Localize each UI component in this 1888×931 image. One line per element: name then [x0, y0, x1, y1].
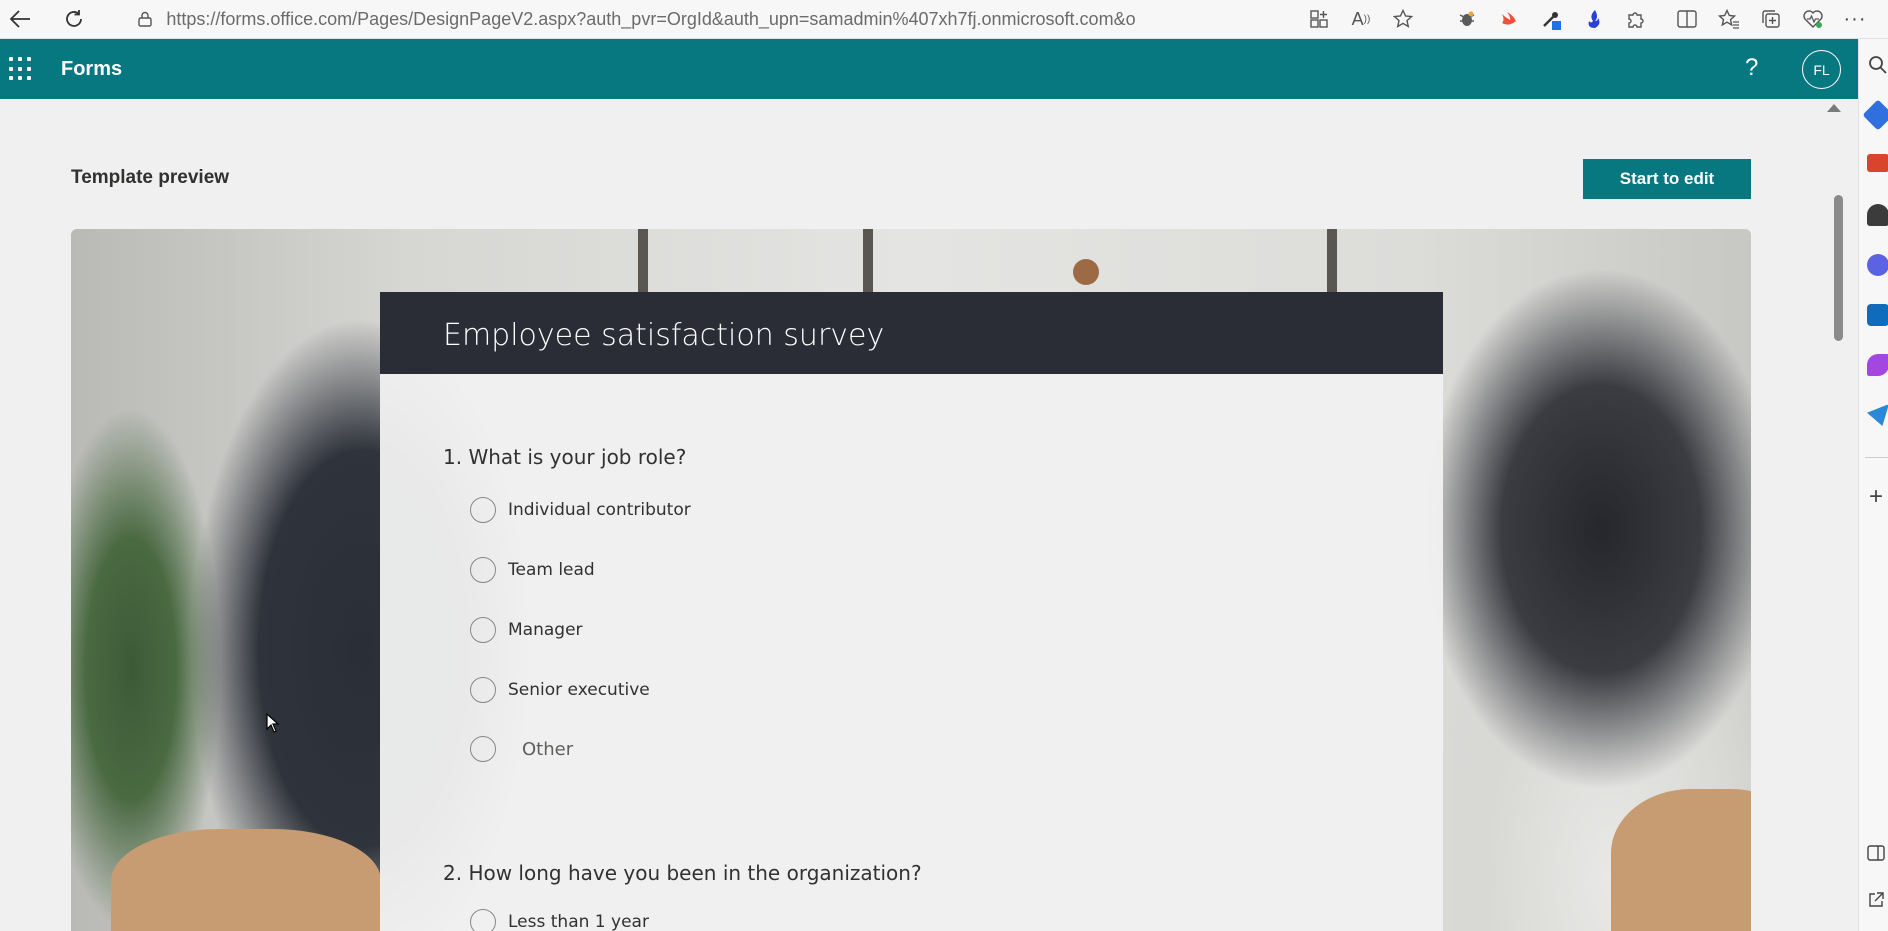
outlook-icon[interactable] — [1867, 304, 1888, 326]
extensions-puzzle-icon[interactable] — [1614, 4, 1656, 34]
option-team-lead[interactable]: Team lead — [470, 556, 595, 584]
survey-title: Employee satisfaction survey — [443, 318, 885, 353]
extension-swift-icon[interactable] — [1488, 4, 1530, 34]
option-label: Manager — [508, 620, 583, 640]
address-bar[interactable]: https://forms.office.com/Pages/DesignPag… — [135, 5, 1135, 33]
sidebar-divider — [1865, 457, 1888, 458]
extension-bug-icon[interactable] — [1446, 4, 1488, 34]
url-text: https://forms.office.com/Pages/DesignPag… — [166, 8, 1135, 29]
extension-flame-icon[interactable] — [1572, 4, 1614, 34]
scrollbar-thumb[interactable] — [1834, 195, 1843, 341]
radio-button[interactable] — [470, 557, 496, 583]
designer-icon[interactable] — [1867, 354, 1888, 376]
radio-button[interactable] — [470, 736, 496, 762]
browser-essentials-icon[interactable] — [1792, 4, 1834, 34]
lock-icon[interactable] — [135, 9, 154, 29]
chair-right — [1611, 789, 1751, 931]
background-detail — [1073, 259, 1099, 285]
start-to-edit-button[interactable]: Start to edit — [1583, 159, 1751, 199]
scroll-up-arrow[interactable] — [1827, 104, 1841, 112]
mouse-cursor-icon — [266, 712, 280, 738]
option-manager[interactable]: Manager — [470, 616, 583, 644]
send-icon[interactable] — [1867, 404, 1888, 426]
app-launcher-icon[interactable] — [8, 56, 34, 82]
tag-icon[interactable] — [1862, 99, 1888, 131]
option-label: Senior executive — [508, 680, 650, 700]
extension-eyedropper-icon[interactable] — [1530, 4, 1572, 34]
question-1-title: 1. What is your job role? — [443, 445, 687, 469]
radio-button[interactable] — [470, 677, 496, 703]
option-individual-contributor[interactable]: Individual contributor — [470, 496, 691, 524]
avatar[interactable]: FL — [1802, 50, 1841, 89]
split-screen-icon[interactable] — [1666, 4, 1708, 34]
sidebar-panel-icon[interactable] — [1867, 845, 1888, 867]
apps-icon[interactable] — [1298, 4, 1340, 34]
option-other[interactable]: Other — [470, 735, 573, 763]
external-link-icon[interactable] — [1867, 891, 1888, 913]
survey-card: Employee satisfaction survey 1. What is … — [380, 292, 1443, 931]
more-icon[interactable]: ··· — [1834, 4, 1876, 34]
window-frame — [1327, 229, 1337, 299]
collections-icon[interactable] — [1750, 4, 1792, 34]
back-icon[interactable] — [4, 4, 36, 34]
page-title: Template preview — [71, 167, 230, 188]
favorite-star-icon[interactable] — [1382, 4, 1424, 34]
app-name[interactable]: Forms — [61, 58, 122, 81]
favorites-icon[interactable] — [1708, 4, 1750, 34]
toolbox-icon[interactable] — [1867, 154, 1888, 172]
read-aloud-icon[interactable]: A)) — [1340, 4, 1382, 34]
app-header: Forms ? FL — [0, 39, 1858, 99]
edge-sidebar: + — [1858, 39, 1888, 931]
option-senior-executive[interactable]: Senior executive — [470, 676, 650, 704]
add-icon[interactable]: + — [1869, 483, 1883, 511]
copilot-icon[interactable] — [1867, 254, 1888, 276]
option-less-than-1-year[interactable]: Less than 1 year — [470, 908, 649, 931]
window-frame — [638, 229, 648, 299]
chair-left — [111, 829, 381, 931]
help-icon[interactable]: ? — [1745, 54, 1758, 82]
survey-header: Employee satisfaction survey — [380, 292, 1443, 374]
option-label: Individual contributor — [508, 500, 691, 520]
refresh-icon[interactable] — [58, 4, 90, 34]
search-icon[interactable] — [1867, 54, 1888, 76]
option-label: Other — [522, 738, 574, 760]
profile-icon[interactable] — [1867, 204, 1888, 226]
radio-button[interactable] — [470, 909, 496, 931]
radio-button[interactable] — [470, 617, 496, 643]
browser-toolbar: https://forms.office.com/Pages/DesignPag… — [0, 0, 1888, 39]
window-frame — [863, 229, 873, 299]
radio-button[interactable] — [470, 497, 496, 523]
browser-toolbar-icons: A)) ··· — [1298, 4, 1876, 34]
question-2-title: 2. How long have you been in the organiz… — [443, 861, 922, 885]
option-label: Team lead — [508, 560, 595, 580]
option-label: Less than 1 year — [508, 912, 649, 931]
